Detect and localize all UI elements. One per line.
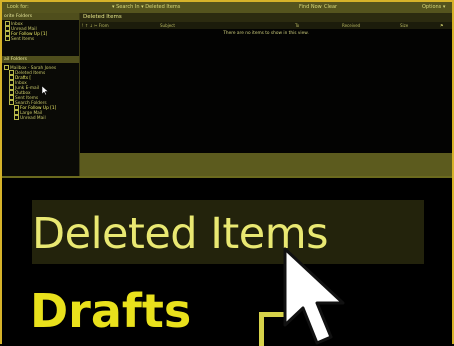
- column-flag[interactable]: ⚑: [440, 22, 444, 29]
- folder-icon: [14, 115, 19, 120]
- options-button[interactable]: Options ▾: [422, 2, 445, 13]
- message-list-pane: Deleted Items ! ↑ ↓ ✂ From Subject To Re…: [80, 13, 452, 176]
- mouse-pointer-icon: [283, 247, 345, 345]
- find-now-button[interactable]: Find Now: [299, 2, 322, 13]
- favorite-folders-header[interactable]: orite Folders: [2, 13, 79, 20]
- navigation-pane: orite Folders Inbox Unread Mail For Foll…: [2, 13, 80, 176]
- empty-view-message: There are no items to show in this view.: [223, 31, 309, 36]
- nav-item-search-unread[interactable]: Unread Mail: [14, 115, 46, 121]
- zoomed-view: Deleted Items Drafts: [2, 176, 452, 346]
- column-to[interactable]: To: [295, 22, 299, 29]
- column-received[interactable]: Received: [342, 22, 360, 29]
- clear-button[interactable]: Clear: [324, 2, 337, 13]
- search-bar: Look for: ▾ Search In ▾ Deleted Items Fi…: [2, 2, 452, 13]
- zoom-drafts-label[interactable]: Drafts: [30, 276, 191, 346]
- folder-icon: [5, 36, 10, 41]
- zoom-bracket-icon: [259, 312, 285, 346]
- search-in-dropdown[interactable]: ▾ Search In ▾ Deleted Items: [112, 2, 180, 13]
- outlook-window: Look for: ▾ Search In ▾ Deleted Items Fi…: [2, 2, 452, 176]
- mouse-pointer-icon: [42, 86, 48, 95]
- all-mail-folders-header[interactable]: ail Folders: [2, 56, 79, 63]
- folder-title: Deleted Items: [80, 13, 452, 22]
- reading-pane: [80, 153, 452, 176]
- column-header-row: ! ↑ ↓ ✂ From Subject To Received Size ⚑: [80, 22, 452, 29]
- column-subject[interactable]: Subject: [160, 22, 175, 29]
- look-for-label: Look for:: [7, 4, 29, 10]
- nav-item-sent[interactable]: Sent Items: [5, 36, 34, 42]
- column-size[interactable]: Size: [400, 22, 408, 29]
- column-from[interactable]: ! ↑ ↓ ✂ From: [82, 22, 109, 29]
